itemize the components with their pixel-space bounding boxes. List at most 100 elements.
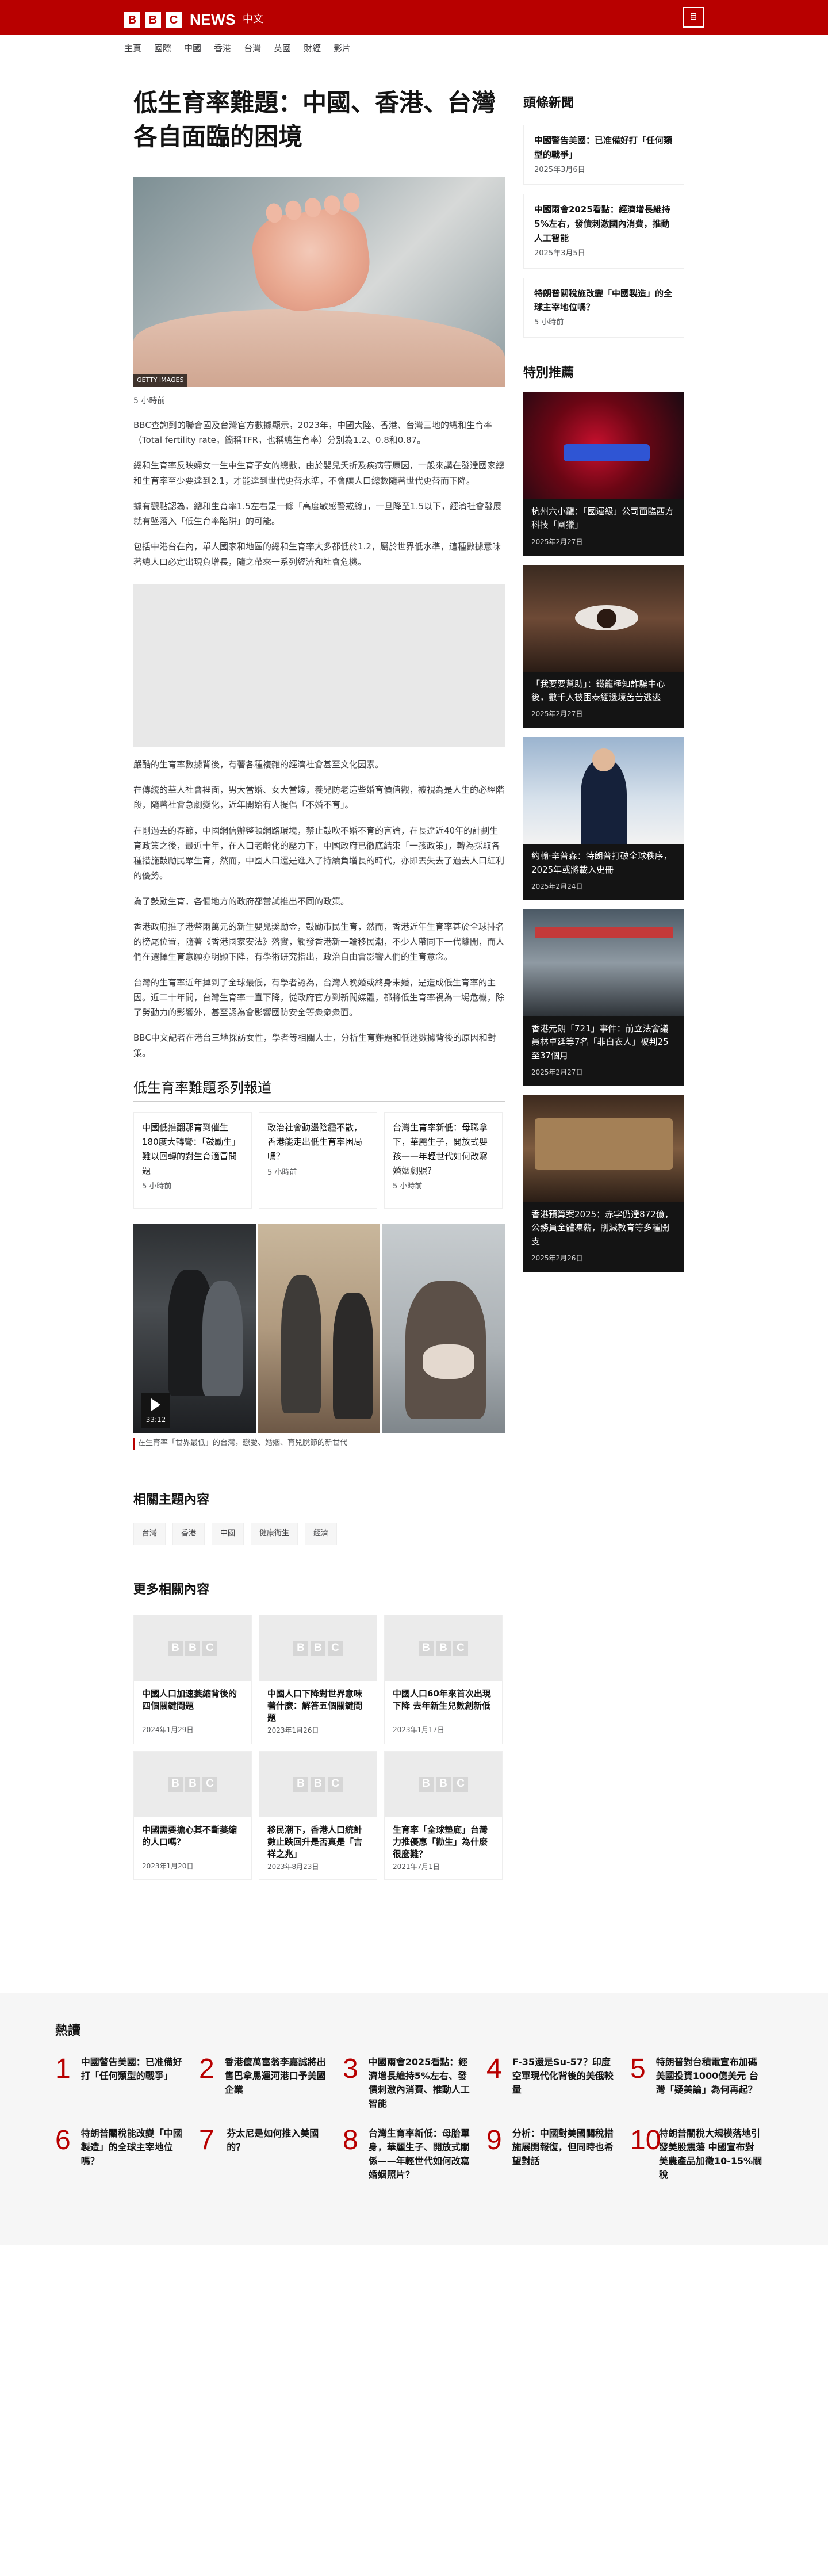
related-card[interactable]: BBC 移民潮下，香港人口統計數止跌回升是否真是「吉祥之兆」 2023年8月23… bbox=[259, 1751, 377, 1880]
featured-image-deepseek bbox=[523, 392, 684, 500]
un-link[interactable]: 聯合國 bbox=[186, 420, 212, 430]
placeholder-logo: BBC bbox=[134, 1615, 251, 1681]
nav-item-world[interactable]: 國際 bbox=[154, 41, 171, 55]
more-content-heading: 更多相關內容 bbox=[133, 1583, 210, 1597]
featured-title: 杭州六小龍：「國運級」公司面臨西方科技「圍獵」 bbox=[531, 506, 674, 530]
most-read-section: 熱讀 1 中國警告美國：已准備好打「任何類型的戰爭」 2 香港億萬富翁李嘉誠將出售巴… bbox=[0, 1993, 828, 2245]
most-read-title: F-35還是Su-57？印度空軍現代化背後的美俄較量 bbox=[512, 2057, 614, 2095]
featured-image-face bbox=[523, 564, 684, 672]
logo-language-label: 中文 bbox=[243, 13, 263, 26]
paragraph-text: 及 bbox=[211, 419, 220, 430]
article-paragraph: 包括中港台在內，單人國家和地區的總和生育率大多都低於1.2，屬於世界低水準，這種… bbox=[133, 541, 501, 567]
paragraph-text: BBC查詢到的 bbox=[133, 419, 186, 430]
related-card-title: 生育率「全球墊底」台灣力推優惠「勸生」為什麼很麼難？ bbox=[393, 1824, 488, 1859]
menu-button[interactable]: 目 bbox=[683, 7, 704, 28]
related-card-date: 2023年1月17日 bbox=[393, 1726, 444, 1734]
rank-number: 2 bbox=[199, 2054, 214, 2084]
top-story-date: 2025年3月6日 bbox=[534, 165, 585, 174]
related-card-date: 2023年1月26日 bbox=[267, 1726, 319, 1735]
series-card-date: 5 小時前 bbox=[267, 1168, 297, 1177]
primary-nav: 主頁 國際 中國 香港 台灣 英國 財經 影片 bbox=[0, 35, 828, 64]
article-timestamp: 5 小時前 bbox=[133, 396, 166, 406]
series-card[interactable]: 台灣生育率新低：母職拿下，華麗生子，開放式嬰孩——年輕世代如何改寫婚姻劇照？ 5… bbox=[384, 1112, 503, 1209]
taiwan-data-link[interactable]: 台灣官方數據 bbox=[220, 420, 272, 430]
most-read-item[interactable]: 6 特朗普關稅能改變「中國製造」的全球主宰地位嗎？ bbox=[55, 2127, 199, 2182]
nav-item-video[interactable]: 影片 bbox=[334, 41, 351, 55]
most-read-item[interactable]: 1 中國警告美國：已准備好打「任何類型的戰爭」 bbox=[55, 2055, 199, 2111]
top-story-title: 特朗普關稅施改變「中國製造」的全球主宰地位嗎？ bbox=[534, 288, 673, 313]
featured-card[interactable]: 「我要要幫助」：鐵籠極知詐騙中心後，數千人被困泰緬邊境苦苦逃逃 2025年2月2… bbox=[523, 564, 684, 728]
video-duration: 33:12 bbox=[145, 1416, 166, 1424]
play-button[interactable]: 33:12 bbox=[141, 1393, 170, 1429]
article-paragraph: BBC中文記者在港台三地採訪女性，學者等相關人士，分析生育難題和低迷數據背後的原… bbox=[133, 1033, 496, 1058]
featured-card[interactable]: 香港元朗「721」事件：前立法會議員林卓廷等7名「非白衣人」被判25至37個月 … bbox=[523, 909, 684, 1087]
most-read-title: 特朗普關稅大規模落地引發美股震蕩 中國宣布對美農產品加徵10-15%關稅 bbox=[659, 2128, 762, 2180]
rank-number: 9 bbox=[486, 2125, 502, 2155]
top-story-card[interactable]: 中國警告美國：已准備好打「任何類型的戰爭」 2025年3月6日 bbox=[523, 125, 684, 185]
featured-card[interactable]: 杭州六小龍：「國運級」公司面臨西方科技「圍獵」 2025年2月27日 bbox=[523, 392, 684, 556]
featured-image-station bbox=[523, 909, 684, 1017]
most-read-item[interactable]: 4 F-35還是Su-57？印度空軍現代化背後的美俄較量 bbox=[486, 2055, 630, 2111]
placeholder-logo: BBC bbox=[385, 1751, 502, 1817]
most-read-title: 中國兩會2025看點：經濟增長維持5%左右、發債刺激內消費、推動人工智能 bbox=[368, 2057, 470, 2109]
topic-tag[interactable]: 台灣 bbox=[133, 1523, 166, 1546]
nav-item-china[interactable]: 中國 bbox=[184, 41, 201, 55]
most-read-item[interactable]: 8 台灣生育率新低：母胎單身，華麗生子、開放式關係——年輕世代如何改寫婚姻照片？ bbox=[343, 2127, 486, 2182]
article-paragraph: 嚴酷的生育率數據背後，有著各種複雜的經濟社會甚至文化因素。 bbox=[133, 759, 384, 770]
related-card[interactable]: BBC 中國人口加速萎縮背後的四個關鍵問題 2024年1月29日 bbox=[133, 1615, 252, 1744]
topic-tag[interactable]: 經濟 bbox=[305, 1523, 338, 1546]
rank-number: 5 bbox=[630, 2054, 646, 2084]
most-read-item[interactable]: 10 特朗普關稅大規模落地引發美股震蕩 中國宣布對美農產品加徵10-15%關稅 bbox=[630, 2127, 774, 2182]
rank-number: 8 bbox=[343, 2125, 358, 2155]
nav-item-hongkong[interactable]: 香港 bbox=[214, 41, 231, 55]
related-card-title: 移民潮下，香港人口統計數止跌回升是否真是「吉祥之兆」 bbox=[267, 1824, 363, 1859]
article-paragraph: 據有觀點認為，總和生育率1.5左右是一條「高度敏感警戒線」，一旦降至1.5以下，… bbox=[133, 500, 502, 527]
featured-card[interactable]: 約翰·辛普森：特朗普打破全球秩序，2025年或將載入史冊 2025年2月24日 bbox=[523, 737, 684, 901]
video-player[interactable]: 33:12 bbox=[133, 1224, 505, 1434]
related-card-title: 中國人口下降對世界意味著什麼：解答五個關鍵問題 bbox=[267, 1688, 363, 1723]
site-header: B B C NEWS 中文 目 bbox=[0, 0, 828, 35]
related-card[interactable]: BBC 中國需要擔心其不斷萎縮的人口嗎？ 2023年1月20日 bbox=[133, 1751, 252, 1880]
page: B B C NEWS 中文 目 主頁 國際 中國 香港 台灣 英國 財經 影片 … bbox=[0, 0, 828, 2576]
nav-item-home[interactable]: 主頁 bbox=[124, 41, 141, 55]
featured-date: 2025年2月27日 bbox=[531, 1068, 583, 1076]
related-card[interactable]: BBC 生育率「全球墊底」台灣力推優惠「勸生」為什麼很麼難？ 2021年7月1日 bbox=[384, 1751, 503, 1880]
article-paragraph: 在剛過去的春節，中國網信辦整頓網路環境，禁止鼓吹不婚不育的言論，在長達近40年的… bbox=[133, 825, 505, 881]
nav-item-business[interactable]: 財經 bbox=[304, 41, 321, 55]
series-card-date: 5 小時前 bbox=[393, 1182, 423, 1191]
series-card[interactable]: 政治社會動盪陰霾不散，香港能走出低生育率困局嗎？ 5 小時前 bbox=[259, 1112, 377, 1209]
nav-item-uk[interactable]: 英國 bbox=[274, 41, 291, 55]
rank-number: 3 bbox=[343, 2054, 358, 2084]
most-read-title: 特朗普關稅能改變「中國製造」的全球主宰地位嗎？ bbox=[80, 2128, 182, 2166]
video-frame bbox=[382, 1224, 505, 1434]
most-read-title: 分析：中國對美國關稅措施展開報復，但同時也希望對話 bbox=[512, 2128, 614, 2166]
featured-card[interactable]: 香港預算案2025：赤字仍達872億，公務員全體凍薪，削減教育等多種開支 202… bbox=[523, 1095, 684, 1272]
top-stories-heading: 頭條新聞 bbox=[523, 96, 574, 110]
most-read-item[interactable]: 2 香港億萬富翁李嘉誠將出售巴拿馬運河港口予美國企業 bbox=[199, 2055, 343, 2111]
most-read-item[interactable]: 7 芬太尼是如何推入美國的？ bbox=[199, 2127, 343, 2182]
related-card[interactable]: BBC 中國人口60年來首次出現下降 去年新生兒數創新低 2023年1月17日 bbox=[384, 1615, 503, 1744]
bbc-news-logo[interactable]: B B C NEWS 中文 bbox=[124, 8, 263, 32]
most-read-item[interactable]: 5 特朗普對台積電宣布加碼美國投資1000億美元 台灣「疑美論」為何再起？ bbox=[630, 2055, 774, 2111]
top-story-card[interactable]: 特朗普關稅施改變「中國製造」的全球主宰地位嗎？ 5 小時前 bbox=[523, 277, 684, 338]
article-paragraph: 總和生育率反映婦女一生中生育子女的總數，由於嬰兒夭折及疾病等原因，一般來講在發達… bbox=[133, 460, 505, 486]
top-story-card[interactable]: 中國兩會2025看點：經濟增長維持5%左右，發債刺激國內消費，推動人工智能 20… bbox=[523, 194, 684, 269]
video-caption: 在生育率「世界最低」的台灣，戀愛、婚姻、育兒脫節的新世代 bbox=[133, 1438, 505, 1450]
most-read-item[interactable]: 3 中國兩會2025看點：經濟增長維持5%左右、發債刺激內消費、推動人工智能 bbox=[343, 2055, 486, 2111]
nav-item-taiwan[interactable]: 台灣 bbox=[244, 41, 261, 55]
rank-number: 7 bbox=[199, 2125, 214, 2155]
topic-tags: 台灣 香港 中國 健康衛生 經濟 bbox=[133, 1523, 505, 1546]
related-card[interactable]: BBC 中國人口下降對世界意味著什麼：解答五個關鍵問題 2023年1月26日 bbox=[259, 1615, 377, 1744]
article-paragraph: 台灣的生育率近年掉到了全球最低，有學者認為，台灣人晚婚或終身未婚，是造成低生育率… bbox=[133, 977, 505, 1018]
series-card[interactable]: 中國低推翻那育到催生180度大轉彎：「鼓勵生」難以回轉的對生育適冒問題 5 小時… bbox=[133, 1112, 252, 1209]
related-card-title: 中國需要擔心其不斷萎縮的人口嗎？ bbox=[142, 1824, 237, 1847]
topic-tag[interactable]: 香港 bbox=[172, 1523, 205, 1546]
placeholder-logo: BBC bbox=[134, 1751, 251, 1817]
rank-number: 6 bbox=[55, 2125, 71, 2155]
most-read-item[interactable]: 9 分析：中國對美國關稅措施展開報復，但同時也希望對話 bbox=[486, 2127, 630, 2182]
top-story-date: 5 小時前 bbox=[534, 318, 564, 327]
topic-tag[interactable]: 健康衛生 bbox=[251, 1523, 298, 1546]
topic-tag[interactable]: 中國 bbox=[212, 1523, 244, 1546]
logo-letter-b1: B bbox=[124, 12, 140, 28]
featured-date: 2025年2月24日 bbox=[531, 882, 583, 890]
